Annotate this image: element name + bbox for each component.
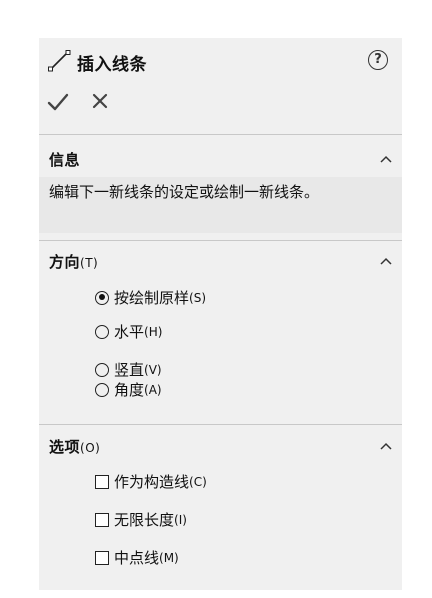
checkbox[interactable] <box>95 474 109 489</box>
close-icon[interactable] <box>91 92 109 110</box>
divider <box>39 240 402 241</box>
option-label: 无限长度 <box>114 511 175 529</box>
option-infinite-length[interactable]: 无限长度 (I) <box>95 509 187 530</box>
option-accel: (M) <box>159 550 179 565</box>
option-accel: (H) <box>144 324 163 339</box>
direction-accel: (T) <box>80 256 99 270</box>
direction-option-horizontal[interactable]: 水平 (H) <box>95 321 162 342</box>
option-accel: (A) <box>144 382 162 397</box>
option-label: 竖直 <box>114 361 145 379</box>
direction-option-angle[interactable]: 角度 (A) <box>95 379 162 400</box>
direction-option-as-sketched[interactable]: 按绘制原样 (S) <box>95 287 206 308</box>
checkmark-icon[interactable] <box>47 92 69 112</box>
property-manager-panel: 插入线条 ? 信息 编辑下一新线条的设定或绘制一新线条。 方向(T) 按绘制原样… <box>39 38 402 590</box>
chevron-up-icon[interactable] <box>379 441 393 451</box>
checkbox[interactable] <box>95 550 109 565</box>
chevron-up-icon[interactable] <box>379 154 393 164</box>
options-section-header[interactable]: 选项(O) <box>49 436 100 457</box>
line-tool-icon <box>48 50 71 72</box>
option-accel: (I) <box>174 512 187 527</box>
checkbox[interactable] <box>95 512 109 527</box>
divider <box>39 134 402 135</box>
option-accel: (V) <box>144 362 162 377</box>
panel-title: 插入线条 <box>77 55 147 75</box>
radio-button[interactable] <box>95 324 109 339</box>
info-section-header[interactable]: 信息 <box>49 149 80 170</box>
options-accel: (O) <box>80 441 101 455</box>
divider <box>39 424 402 425</box>
option-label: 中点线 <box>114 549 160 567</box>
options-section-title: 选项 <box>49 438 81 456</box>
direction-section-header[interactable]: 方向(T) <box>49 251 98 272</box>
option-label: 按绘制原样 <box>114 289 190 307</box>
direction-section-title: 方向 <box>49 253 81 271</box>
option-label: 角度 <box>114 381 145 399</box>
option-accel: (S) <box>189 290 206 305</box>
option-accel: (C) <box>189 474 207 489</box>
chevron-up-icon[interactable] <box>379 256 393 266</box>
option-midpoint-line[interactable]: 中点线 (M) <box>95 547 179 568</box>
option-construction-geometry[interactable]: 作为构造线 (C) <box>95 471 207 492</box>
option-label: 作为构造线 <box>114 473 190 491</box>
option-label: 水平 <box>114 323 145 341</box>
info-message-text: 编辑下一新线条的设定或绘制一新线条。 <box>49 183 320 201</box>
direction-option-vertical[interactable]: 竖直 (V) <box>95 359 162 380</box>
radio-button-selected[interactable] <box>95 290 109 305</box>
radio-button[interactable] <box>95 362 109 377</box>
info-section-title: 信息 <box>49 151 81 169</box>
help-icon[interactable]: ? <box>368 50 388 70</box>
radio-button[interactable] <box>95 382 109 397</box>
